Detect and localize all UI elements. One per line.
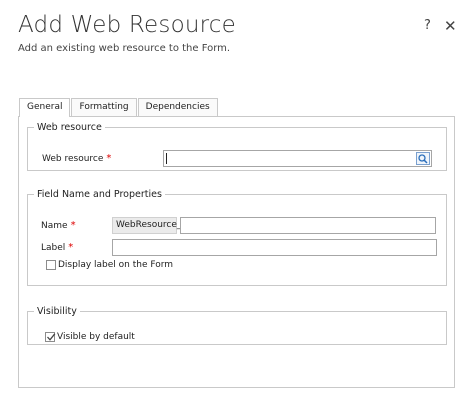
general-tab-panel: Web resource Web resource * Field Name an…: [18, 116, 455, 388]
dialog-subtitle: Add an existing web resource to the Form…: [18, 43, 231, 54]
lookup-icon[interactable]: [416, 152, 430, 165]
tab-dependencies[interactable]: Dependencies: [137, 98, 218, 116]
web-resource-field-label: Web resource *: [42, 153, 111, 164]
required-marker: *: [106, 153, 112, 164]
name-field-label: Name *: [41, 220, 76, 231]
help-button[interactable]: ?: [424, 18, 431, 34]
required-marker: *: [68, 242, 74, 253]
field-name-properties-group: Field Name and Properties Name * WebResou…: [27, 189, 447, 286]
dialog-title: Add Web Resource: [18, 12, 236, 38]
visible-by-default-option[interactable]: Visible by default: [45, 332, 135, 342]
checkmark-icon: [47, 333, 56, 341]
label-input[interactable]: [112, 239, 437, 256]
visible-by-default-checkbox[interactable]: [45, 332, 56, 342]
tab-bar: General Formatting Dependencies: [19, 98, 219, 117]
visible-by-default-text: Visible by default: [57, 332, 135, 342]
text-cursor: [166, 153, 167, 164]
name-input[interactable]: [180, 217, 436, 234]
web-resource-label-text: Web resource: [42, 154, 104, 164]
label-field-label: Label *: [41, 242, 73, 253]
label-label-text: Label: [41, 243, 66, 253]
field-name-properties-legend: Field Name and Properties: [37, 189, 162, 200]
visibility-legend: Visibility: [37, 306, 77, 317]
tab-formatting[interactable]: Formatting: [71, 98, 137, 116]
display-label-text: Display label on the Form: [58, 260, 174, 270]
close-button[interactable]: ✕: [444, 18, 457, 34]
visibility-group: Visibility Visible by default: [27, 306, 447, 345]
web-resource-group: Web resource Web resource *: [27, 122, 447, 171]
web-resource-legend: Web resource: [37, 122, 102, 133]
tab-general[interactable]: General: [19, 98, 71, 117]
web-resource-input[interactable]: [163, 150, 432, 167]
display-label-option[interactable]: Display label on the Form: [46, 260, 173, 270]
name-prefix: WebResource_: [112, 217, 181, 234]
name-label-text: Name: [41, 221, 68, 231]
display-label-checkbox[interactable]: [46, 260, 56, 270]
required-marker: *: [70, 220, 76, 231]
